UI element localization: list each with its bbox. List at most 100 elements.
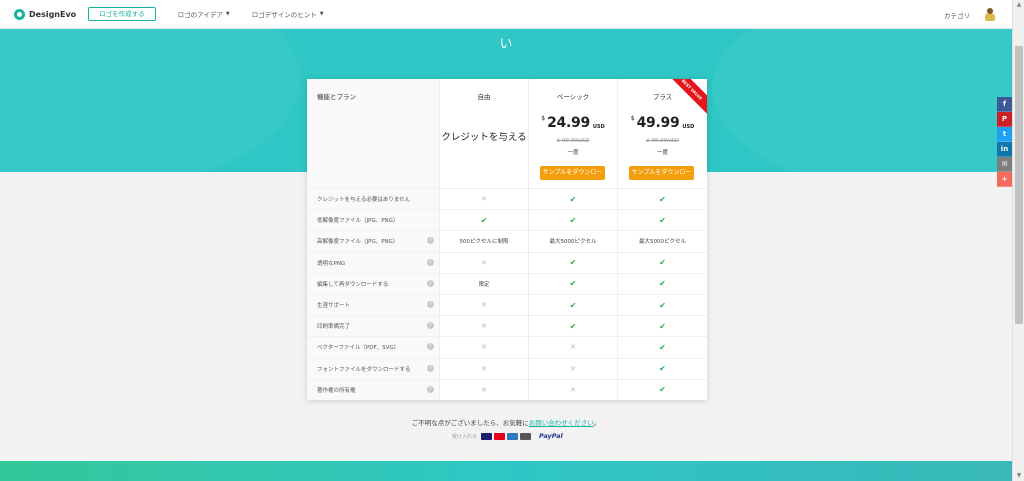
nav-logo-tips[interactable]: ロゴデザインのヒント ▼ — [252, 9, 324, 19]
currency-symbol: $ — [541, 115, 546, 122]
feature-row: 透明なPNG i ✕ ✔ ✔ — [307, 251, 707, 273]
feature-label: 著作権の所有権 i — [307, 379, 440, 400]
chevron-down-icon: ▼ — [319, 11, 324, 17]
info-icon[interactable]: i — [427, 279, 434, 287]
cross-icon: ✕ — [440, 189, 529, 210]
paypal-logo: PayPal — [539, 432, 563, 440]
features-and-plans-label: 機能とプラン — [307, 79, 440, 188]
price-amount: 24.99 — [547, 115, 590, 131]
check-icon: ✔ — [659, 194, 666, 204]
scrollbar[interactable]: ▲ ▼ — [1012, 0, 1024, 481]
feature-label: クレジットを与える必要はありません — [307, 189, 440, 210]
logo-text: DesignEvo — [29, 9, 77, 19]
feature-value: 500ピクセルに制限 — [440, 231, 529, 252]
categories-link[interactable]: カテゴリ — [944, 10, 970, 20]
info-icon[interactable]: i — [427, 343, 434, 351]
feature-label-text: クレジットを与える必要はありません — [317, 197, 411, 204]
info-icon[interactable]: i — [427, 300, 434, 308]
check-icon: ✔ — [659, 321, 666, 331]
info-icon[interactable]: i — [427, 322, 434, 330]
feature-row: 著作権の所有権 i ✕ ✕ ✔ — [307, 378, 707, 400]
info-icon[interactable]: i — [427, 237, 434, 245]
pricing-header-row: 機能とプラン 自由 クレジットを与える ベーシック $ 24.99 USD $ … — [307, 79, 707, 190]
feature-label-text: 著作権の所有権 — [317, 387, 356, 394]
give-credit-text: クレジットを与える — [441, 132, 527, 143]
cross-icon: ✕ — [440, 316, 529, 337]
info-icon[interactable]: i — [427, 385, 434, 393]
email-icon[interactable]: ✉ — [997, 157, 1012, 172]
twitter-icon[interactable]: t — [997, 127, 1012, 142]
feature-label: 高解像度ファイル（JPG、PNG） i — [307, 231, 440, 252]
check-icon: ✔ — [440, 210, 529, 231]
linkedin-icon[interactable]: in — [997, 142, 1012, 157]
info-icon[interactable]: i — [427, 364, 434, 372]
check-icon: ✔ — [529, 316, 618, 337]
feature-label: 編集して再ダウンロードする i — [307, 273, 440, 294]
nav-logo-ideas[interactable]: ロゴのアイデア ▼ — [178, 9, 230, 19]
feature-label-text: 透明なPNG — [317, 260, 346, 267]
check-icon: ✔ — [659, 364, 666, 374]
cross-icon: ✕ — [440, 379, 529, 400]
feature-value: 最大5000ピクセル — [639, 239, 686, 246]
download-sample-button[interactable]: サンプルをダウンロード — [540, 166, 605, 190]
user-avatar-icon[interactable] — [984, 8, 996, 21]
cross-icon: ✕ — [440, 358, 529, 379]
feature-label-text: 高解像度ファイル（JPG、PNG） — [317, 239, 399, 246]
scroll-thumb[interactable] — [1015, 46, 1023, 324]
feature-row: 編集して再ダウンロードする i 限定 ✔ ✔ — [307, 272, 707, 294]
check-icon: ✔ — [659, 300, 666, 310]
avatar-body — [985, 13, 995, 21]
feature-value: 最大5000ピクセル — [529, 231, 618, 252]
check-icon: ✔ — [659, 258, 666, 268]
nav-logo-ideas-label: ロゴのアイデア — [177, 11, 223, 19]
discover-icon — [520, 432, 532, 440]
scroll-down-icon[interactable]: ▼ — [1015, 472, 1023, 480]
old-price: $ 99.99USD — [646, 138, 679, 144]
check-icon: ✔ — [659, 279, 666, 289]
plan-basic: ベーシック $ 24.99 USD $ 99.99USD 一度 サンプルをダウン… — [529, 79, 618, 190]
feature-rows: クレジットを与える必要はありません ✕ ✔ ✔ 低解像度ファイル（JPG、PNG） ✔ ✔ ✔… — [307, 188, 707, 400]
pricing-table: 機能とプラン 自由 クレジットを与える ベーシック $ 24.99 USD $ … — [307, 79, 707, 400]
feature-row: 生涯サポート i ✕ ✔ ✔ — [307, 293, 707, 316]
facebook-icon[interactable]: f — [997, 97, 1012, 112]
share-sidebar: f Pt in ✉ + — [997, 97, 1012, 187]
plan-name: プラス — [652, 93, 673, 101]
feature-label: 透明なPNG i — [307, 252, 440, 273]
feature-row: クレジットを与える必要はありません ✕ ✔ ✔ — [307, 188, 707, 210]
pinterest-icon[interactable]: P — [997, 112, 1012, 127]
scroll-up-icon[interactable]: ▲ — [1015, 1, 1023, 9]
price-unit: USD — [682, 124, 695, 130]
feature-label: フォントファイルをダウンロードする i — [307, 358, 440, 379]
amex-icon — [507, 432, 519, 440]
contact-suffix: 。 — [593, 419, 601, 427]
plus-icon[interactable]: + — [997, 172, 1012, 187]
create-logo-button[interactable]: ロゴを作成する — [88, 7, 156, 21]
accepted-label: 受け入れる — [452, 433, 478, 440]
check-icon: ✔ — [529, 273, 618, 294]
visa-icon — [481, 432, 493, 440]
chevron-down-icon: ▼ — [225, 11, 230, 17]
plan-plus: BEST VALUE プラス $ 49.99 USD $ 99.99USD 一度… — [618, 79, 707, 190]
cross-icon: ✕ — [440, 294, 529, 316]
feature-label-text: 編集して再ダウンロードする — [317, 281, 389, 288]
top-navigation-bar: DesignEvo ロゴを作成する ロゴのアイデア ▼ ロゴデザインのヒント ▼… — [0, 0, 1012, 29]
check-icon: ✔ — [529, 189, 618, 210]
billing-period: 一度 — [656, 150, 668, 156]
feature-label: 生涯サポート i — [307, 294, 440, 316]
price-unit: USD — [592, 124, 605, 130]
cross-icon: ✕ — [440, 337, 529, 358]
feature-label-text: 印刷準備完了 — [317, 324, 351, 331]
download-sample-button[interactable]: サンプルをダウンロード — [629, 166, 694, 190]
feature-label-text: ベクターファイル（PDF、SVG） — [317, 345, 400, 352]
contact-us-link[interactable]: お問い合わせください — [529, 419, 594, 427]
feature-label: ベクターファイル（PDF、SVG） i — [307, 337, 440, 358]
cross-icon: ✕ — [440, 252, 529, 273]
feature-label-text: フォントファイルをダウンロードする — [317, 366, 411, 373]
info-icon[interactable]: i — [427, 258, 434, 266]
avatar-head — [987, 8, 993, 14]
logo[interactable]: DesignEvo — [14, 8, 77, 20]
contact-prefix: ご不明な点がございましたら、お気軽に — [411, 419, 529, 427]
feature-label-text: 低解像度ファイル（JPG、PNG） — [317, 218, 399, 225]
feature-row: 印刷準備完了 i ✕ ✔ ✔ — [307, 315, 707, 337]
contact-text: ご不明な点がございましたら、お気軽にお問い合わせください。 — [0, 417, 1012, 427]
